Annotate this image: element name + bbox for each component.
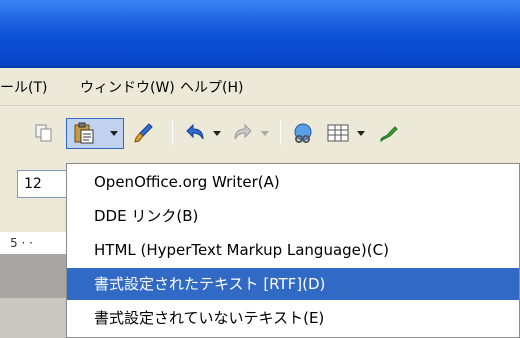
- toolbar-separator: [280, 121, 281, 145]
- hyperlink-icon: [294, 123, 312, 143]
- menubar: ール(T) ウィンドウ(W) ヘルプ(H): [0, 68, 520, 106]
- redo-button: [228, 119, 258, 147]
- menu-tools[interactable]: ール(T): [0, 77, 47, 97]
- paste-dropdown-arrow-icon: [110, 130, 118, 136]
- paste-button[interactable]: [68, 119, 100, 147]
- standard-toolbar: [0, 107, 520, 159]
- menu-item-rtf[interactable]: 書式設定されたテキスト [RTF](D): [67, 268, 519, 300]
- draw-functions-button[interactable]: [374, 119, 404, 147]
- font-size-field[interactable]: 12: [17, 170, 67, 198]
- undo-dropdown-button[interactable]: [210, 119, 224, 147]
- redo-icon: [234, 123, 252, 140]
- undo-button[interactable]: [180, 119, 210, 147]
- paste-dropdown-button[interactable]: [106, 119, 122, 147]
- table-icon: [327, 124, 349, 142]
- table-button[interactable]: [324, 119, 352, 147]
- menu-help[interactable]: ヘルプ(H): [180, 77, 243, 97]
- paste-special-menu: OpenOffice.org Writer(A) DDE リンク(B) HTML…: [66, 163, 520, 338]
- draw-icon: [380, 126, 398, 143]
- copy-button[interactable]: [30, 119, 58, 147]
- ruler: 5 · ·: [0, 232, 68, 254]
- copy-icon: [35, 124, 52, 142]
- redo-dropdown-button: [258, 119, 272, 147]
- clone-formatting-button[interactable]: [128, 119, 158, 147]
- menu-item-dde-link[interactable]: DDE リンク(B): [67, 200, 519, 232]
- toolbar-separator: [172, 121, 173, 145]
- table-dropdown-button[interactable]: [354, 119, 368, 147]
- undo-dropdown-arrow-icon: [213, 130, 221, 136]
- redo-dropdown-arrow-icon: [261, 130, 269, 136]
- menu-item-unformatted-text[interactable]: 書式設定されていないテキスト(E): [67, 302, 519, 334]
- menu-item-writer[interactable]: OpenOffice.org Writer(A): [67, 166, 519, 198]
- hyperlink-button[interactable]: [288, 119, 318, 147]
- paste-icon: [74, 122, 94, 144]
- undo-icon: [186, 123, 204, 140]
- menu-window[interactable]: ウィンドウ(W): [80, 77, 175, 97]
- format-paintbrush-icon: [134, 123, 153, 143]
- table-dropdown-arrow-icon: [357, 130, 365, 136]
- window-titlebar: [0, 0, 520, 68]
- menu-item-html[interactable]: HTML (HyperText Markup Language)(C): [67, 234, 519, 266]
